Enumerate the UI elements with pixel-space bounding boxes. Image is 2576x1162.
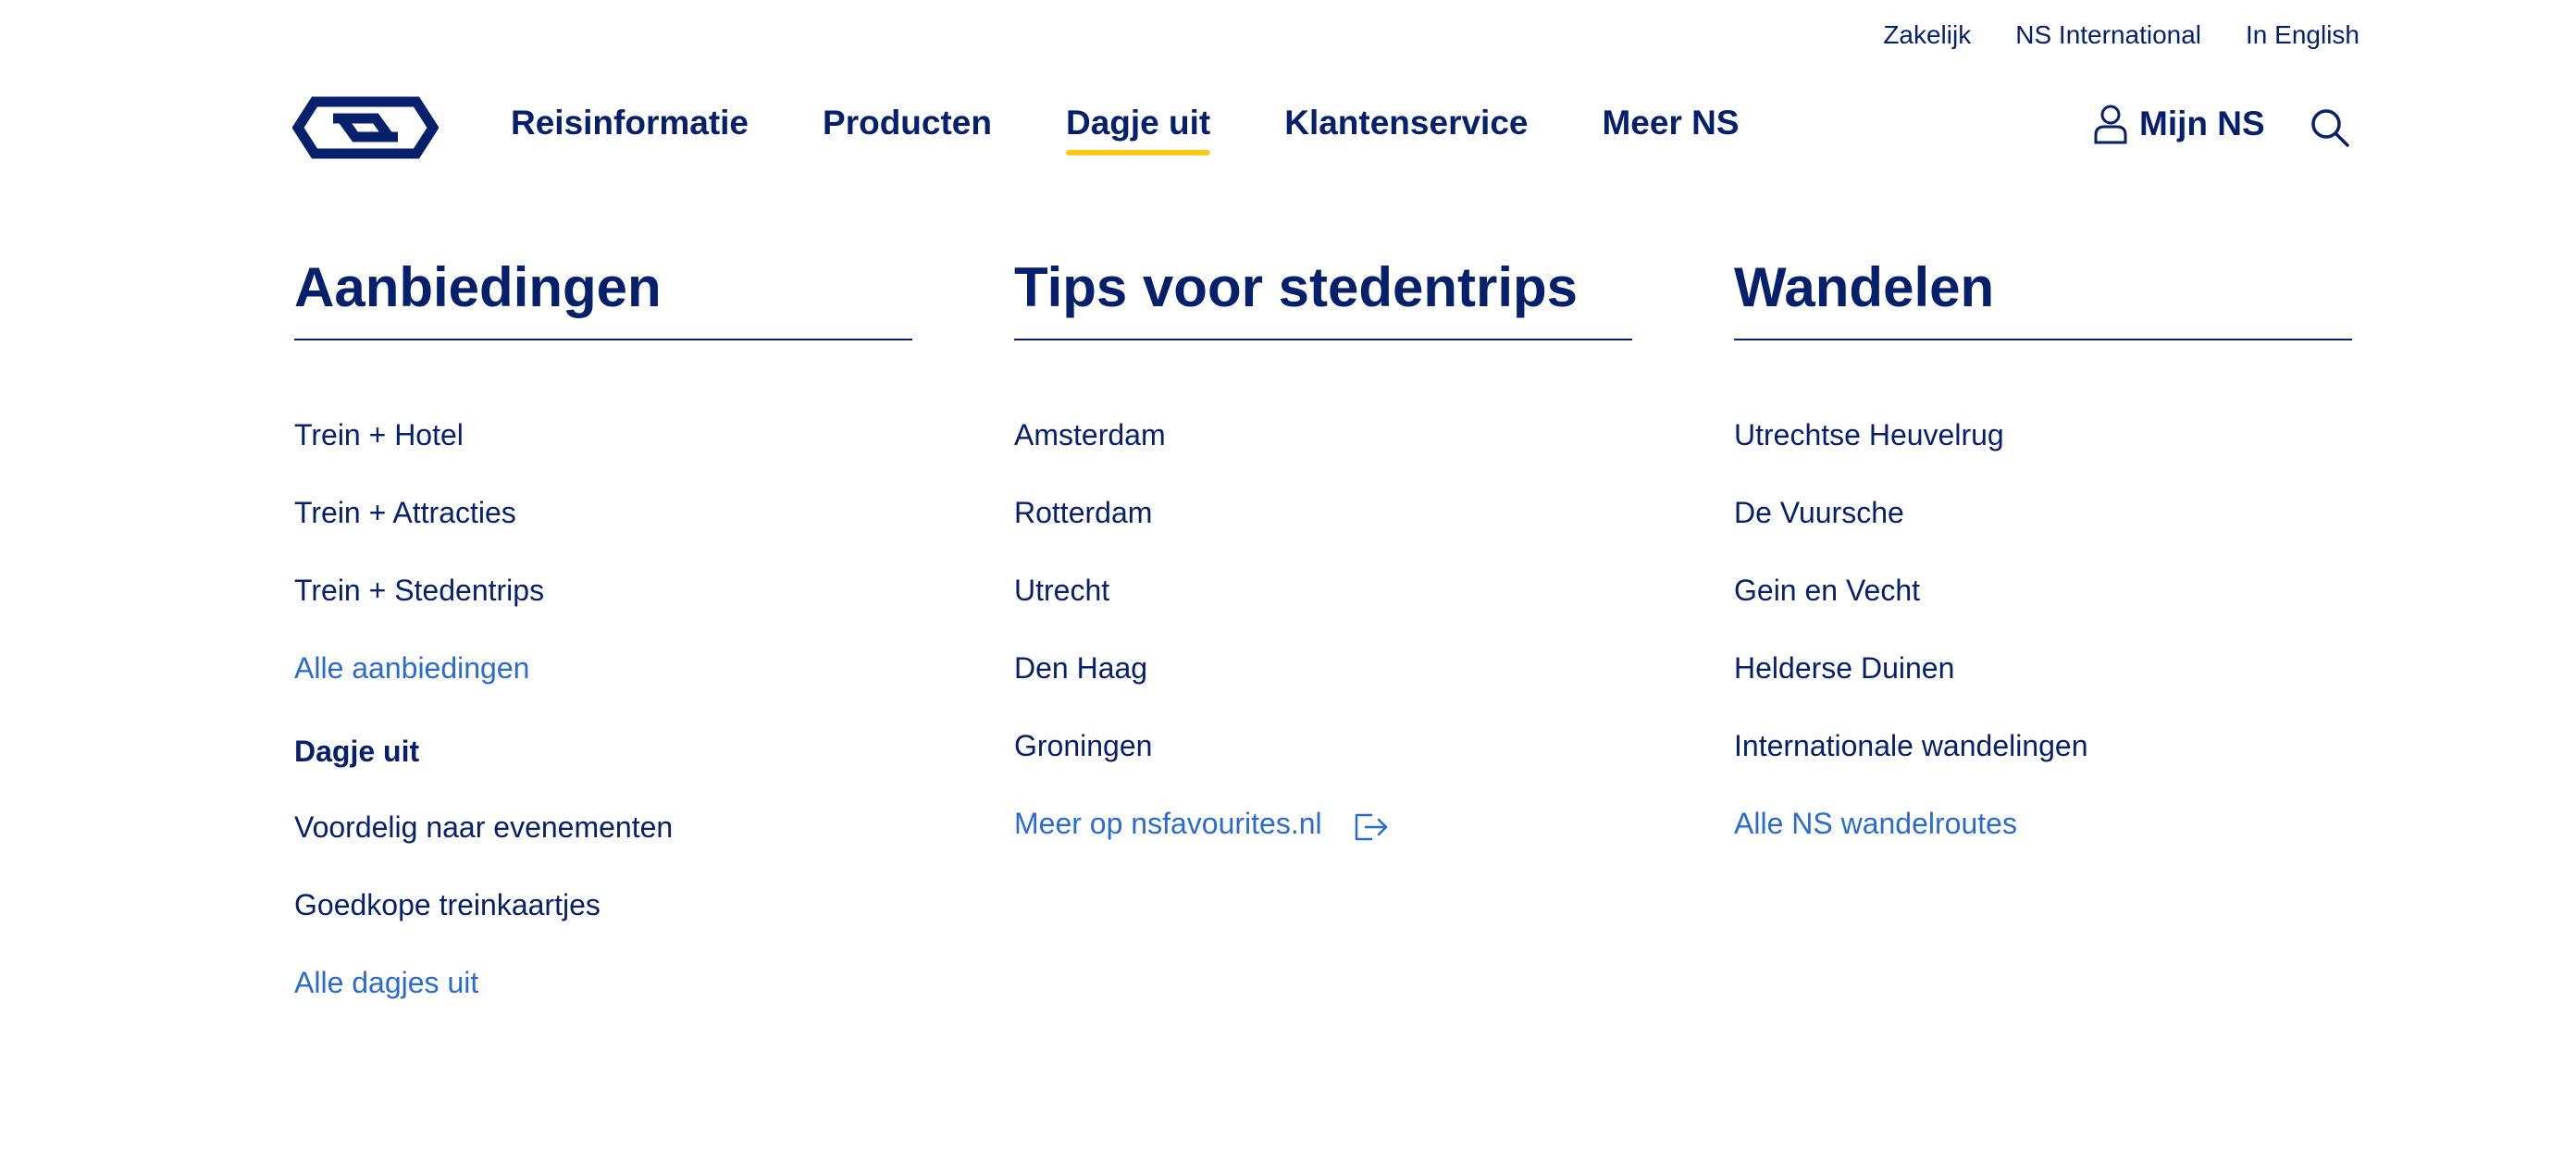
nav-reisinformatie[interactable]: Reisinformatie — [511, 104, 749, 150]
link-amsterdam[interactable]: Amsterdam — [1014, 418, 1166, 451]
list-aanbiedingen: Trein + Hotel Trein + Attracties Trein +… — [294, 416, 912, 686]
list-item: Meer op nsfavourites.nl — [1014, 805, 1632, 842]
link-alle-aanbiedingen[interactable]: Alle aanbiedingen — [294, 651, 529, 685]
list-item: Utrechtse Heuvelrug — [1734, 416, 2352, 453]
link-goedkope-treinkaartjes[interactable]: Goedkope treinkaartjes — [294, 888, 601, 921]
list-dagje-uit: Voordelig naar evenementen Goedkope trei… — [294, 809, 912, 1001]
link-meer-nsfavourites-label: Meer op nsfavourites.nl — [1014, 807, 1322, 840]
link-gein-en-vecht[interactable]: Gein en Vecht — [1734, 574, 1920, 607]
link-de-vuursche[interactable]: De Vuursche — [1734, 496, 1904, 529]
list-item: Rotterdam — [1014, 494, 1632, 531]
link-zakelijk[interactable]: Zakelijk — [1883, 20, 1971, 50]
list-item: Alle aanbiedingen — [294, 649, 912, 686]
list-item: Den Haag — [1014, 649, 1632, 686]
mijn-ns-label: Mijn NS — [2139, 105, 2265, 142]
link-utrecht[interactable]: Utrecht — [1014, 574, 1109, 607]
list-item: Voordelig naar evenementen — [294, 809, 912, 846]
column-title-aanbiedingen: Aanbiedingen — [294, 250, 912, 340]
mijn-ns-button[interactable]: Mijn NS — [2093, 104, 2265, 144]
nav-producten[interactable]: Producten — [823, 104, 992, 150]
list-item: Trein + Attracties — [294, 494, 912, 531]
list-item: Trein + Stedentrips — [294, 572, 912, 609]
link-meer-nsfavourites[interactable]: Meer op nsfavourites.nl — [1014, 807, 1390, 840]
user-icon — [2094, 105, 2127, 144]
main-nav: Reisinformatie Producten Dagje uit Klant… — [511, 104, 1740, 155]
nav-klantenservice[interactable]: Klantenservice — [1284, 104, 1528, 150]
column-wandelen: Wandelen Utrechtse Heuvelrug De Vuursche… — [1734, 250, 2352, 883]
list-item: Alle NS wandelroutes — [1734, 805, 2352, 842]
subheading-dagje-uit: Dagje uit — [294, 735, 420, 768]
list-item: Goedkope treinkaartjes — [294, 886, 912, 923]
list-item: Groningen — [1014, 727, 1632, 764]
search-icon[interactable] — [2310, 107, 2350, 148]
list-item: De Vuursche — [1734, 494, 2352, 531]
link-ns-international[interactable]: NS International — [2015, 20, 2201, 50]
list-wandelen: Utrechtse Heuvelrug De Vuursche Gein en … — [1734, 416, 2352, 842]
link-den-haag[interactable]: Den Haag — [1014, 651, 1147, 685]
column-aanbiedingen: Aanbiedingen Trein + Hotel Trein + Attra… — [294, 250, 912, 1042]
column-title-tips: Tips voor stedentrips — [1014, 250, 1632, 340]
link-helderse-duinen[interactable]: Helderse Duinen — [1734, 651, 1954, 685]
list-item: Utrecht — [1014, 572, 1632, 609]
link-rotterdam[interactable]: Rotterdam — [1014, 496, 1152, 529]
nav-dagje-uit[interactable]: Dagje uit — [1065, 104, 1211, 155]
ns-logo[interactable] — [292, 96, 439, 159]
list-item: Amsterdam — [1014, 416, 1632, 453]
list-item: Internationale wandelingen — [1734, 727, 2352, 764]
external-link-icon — [1355, 813, 1387, 840]
link-internationale-wandelingen[interactable]: Internationale wandelingen — [1734, 729, 2088, 762]
list-item: Trein + Hotel — [294, 416, 912, 453]
link-alle-ns-wandelroutes[interactable]: Alle NS wandelroutes — [1734, 807, 2017, 840]
list-item: Alle dagjes uit — [294, 964, 912, 1001]
list-item: Helderse Duinen — [1734, 649, 2352, 686]
utility-nav: Zakelijk NS International In English — [1883, 20, 2359, 50]
nav-meer-ns[interactable]: Meer NS — [1602, 104, 1739, 150]
column-title-wandelen: Wandelen — [1734, 250, 2352, 340]
link-trein-stedentrips[interactable]: Trein + Stedentrips — [294, 574, 544, 607]
link-groningen[interactable]: Groningen — [1014, 729, 1152, 762]
link-alle-dagjes-uit[interactable]: Alle dagjes uit — [294, 966, 478, 999]
link-utrechtse-heuvelrug[interactable]: Utrechtse Heuvelrug — [1734, 418, 2004, 451]
link-trein-attracties[interactable]: Trein + Attracties — [294, 496, 516, 529]
mega-menu: Aanbiedingen Trein + Hotel Trein + Attra… — [294, 250, 2358, 1082]
link-in-english[interactable]: In English — [2246, 20, 2359, 50]
list-stedentrips: Amsterdam Rotterdam Utrecht Den Haag Gro… — [1014, 416, 1632, 842]
list-item: Gein en Vecht — [1734, 572, 2352, 609]
column-tips-stedentrips: Tips voor stedentrips Amsterdam Rotterda… — [1014, 250, 1632, 883]
link-voordelig-naar-evenementen[interactable]: Voordelig naar evenementen — [294, 810, 673, 844]
link-trein-hotel[interactable]: Trein + Hotel — [294, 418, 464, 451]
